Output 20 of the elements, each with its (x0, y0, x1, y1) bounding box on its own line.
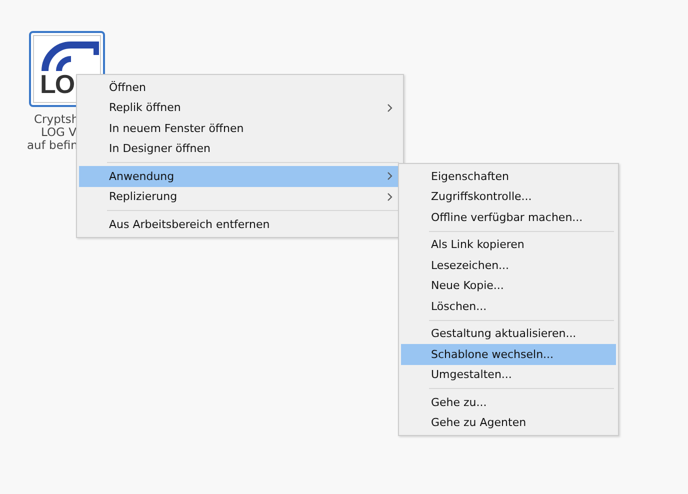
menu-item[interactable]: Anwendung (79, 166, 401, 186)
menu-item[interactable]: Schablone wechseln... (401, 344, 616, 364)
menu-item[interactable]: Löschen... (401, 296, 616, 316)
menu-item[interactable]: Gehe zu... (401, 392, 616, 412)
menu-item[interactable]: Aus Arbeitsbereich entfernen (79, 214, 401, 234)
menu-item[interactable]: Neue Kopie... (401, 276, 616, 296)
menu-item[interactable]: Gestaltung aktualisieren... (401, 324, 616, 344)
menu-item[interactable]: In neuem Fenster öffnen (79, 118, 401, 138)
menu-item[interactable]: Eigenschaften (401, 166, 616, 186)
arc-icon (41, 41, 99, 71)
menu-item[interactable]: Als Link kopieren (401, 234, 616, 255)
menu-item[interactable]: Umgestalten... (401, 364, 616, 385)
menu-item[interactable]: Offline verfügbar machen... (401, 207, 616, 228)
logo-text: LO (40, 69, 74, 100)
menu-item[interactable]: Gehe zu Agenten (401, 412, 616, 433)
menu-item[interactable]: Lesezeichen... (401, 255, 616, 276)
icon-label: LOG V (41, 126, 76, 139)
menu-item[interactable]: Replizierung (79, 186, 401, 207)
menu-item[interactable]: Zugriffskontrolle... (401, 186, 616, 207)
menu-item[interactable]: In Designer öffnen (79, 138, 401, 159)
